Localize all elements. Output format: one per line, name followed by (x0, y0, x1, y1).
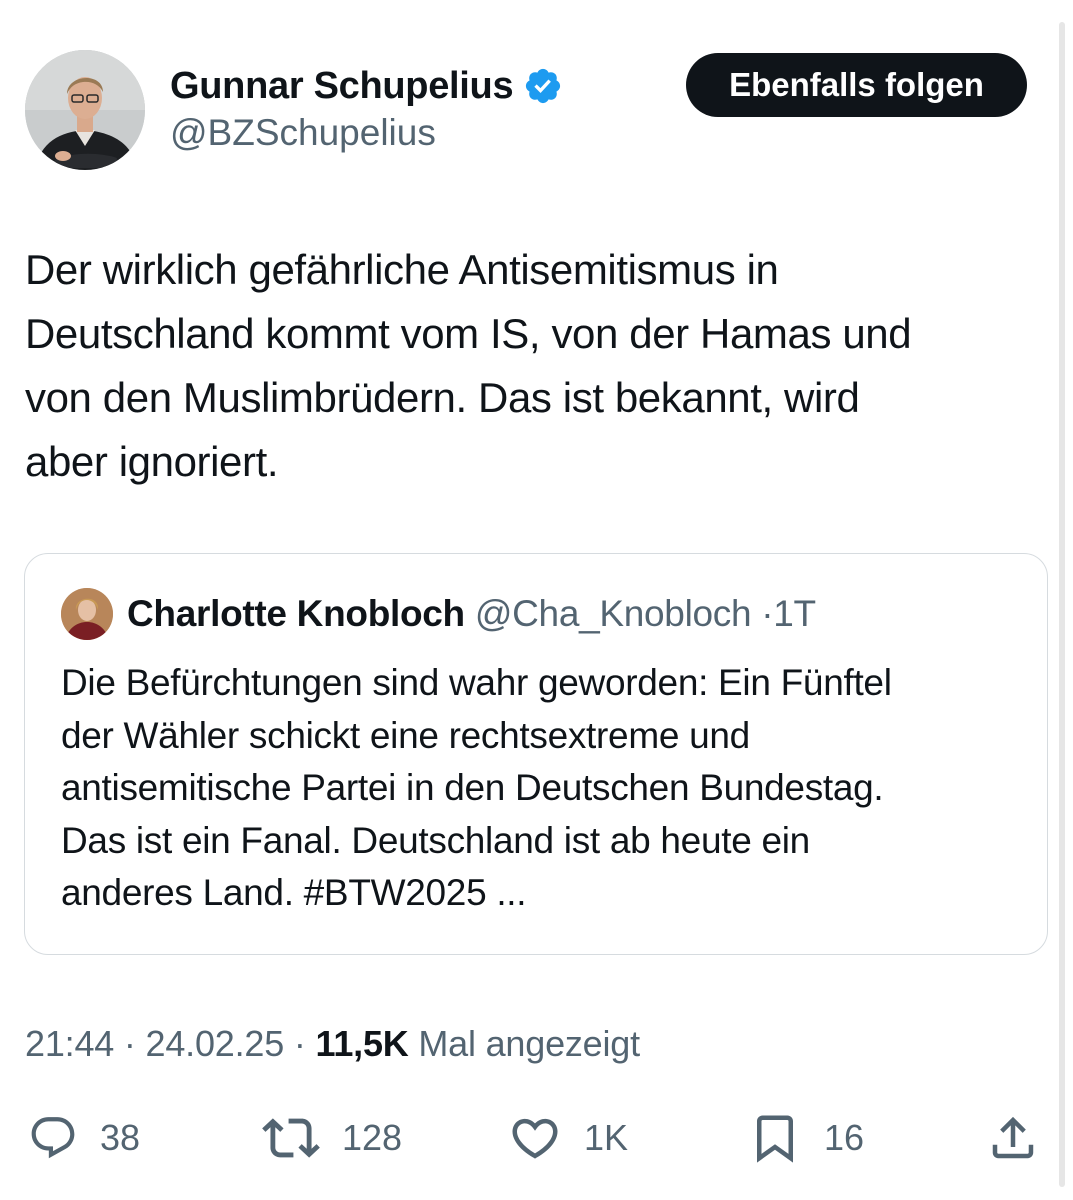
like-count: 1K (584, 1117, 629, 1158)
scrollbar[interactable] (1059, 22, 1065, 1187)
quote-separator: · (761, 593, 774, 634)
reply-count: 38 (100, 1117, 141, 1158)
quoted-tweet-card[interactable]: Charlotte Knobloch @Cha_Knobloch ·1T Die… (24, 553, 1048, 955)
meta-separator: · (293, 1023, 306, 1064)
views-count: 11,5K (315, 1023, 409, 1064)
bookmark-button[interactable]: 16 (748, 1108, 864, 1168)
quote-author-handle: @Cha_Knobloch (474, 593, 752, 634)
repost-icon (262, 1109, 320, 1167)
author-handle[interactable]: @BZSchupelius (170, 112, 436, 154)
quote-author-name: Charlotte Knobloch (127, 593, 465, 634)
like-button[interactable]: 1K (508, 1108, 628, 1168)
tweet-text: Der wirklich gefährliche Antisemitismus … (25, 246, 912, 485)
bookmark-count: 16 (824, 1117, 865, 1158)
quote-author-avatar (61, 588, 113, 640)
repost-count: 128 (342, 1117, 403, 1158)
author-name[interactable]: Gunnar Schupelius (170, 65, 514, 108)
tweet-meta: 21:44 · 24.02.25 · 11,5K Mal angezeigt (25, 1020, 640, 1068)
share-icon (986, 1111, 1040, 1165)
verified-badge-icon (523, 66, 563, 106)
quote-age: 1T (773, 593, 816, 634)
reply-button[interactable]: 38 (28, 1108, 140, 1168)
follow-button[interactable]: Ebenfalls folgen (686, 53, 1027, 117)
heart-icon (508, 1111, 562, 1165)
bookmark-icon (748, 1109, 802, 1167)
quote-text: Die Befürchtungen sind wahr geworden: Ei… (61, 662, 892, 913)
tweet-date[interactable]: 24.02.25 (146, 1023, 285, 1064)
meta-separator: · (123, 1023, 136, 1064)
author-avatar[interactable] (25, 50, 145, 170)
repost-button[interactable]: 128 (262, 1108, 402, 1168)
share-button[interactable] (986, 1108, 1040, 1168)
views-label: Mal angezeigt (418, 1023, 640, 1064)
author-name-row: Gunnar Schupelius (170, 62, 563, 110)
reply-icon (28, 1113, 78, 1163)
tweet-time[interactable]: 21:44 (25, 1023, 114, 1064)
quote-header: Charlotte Knobloch @Cha_Knobloch ·1T (127, 592, 816, 636)
